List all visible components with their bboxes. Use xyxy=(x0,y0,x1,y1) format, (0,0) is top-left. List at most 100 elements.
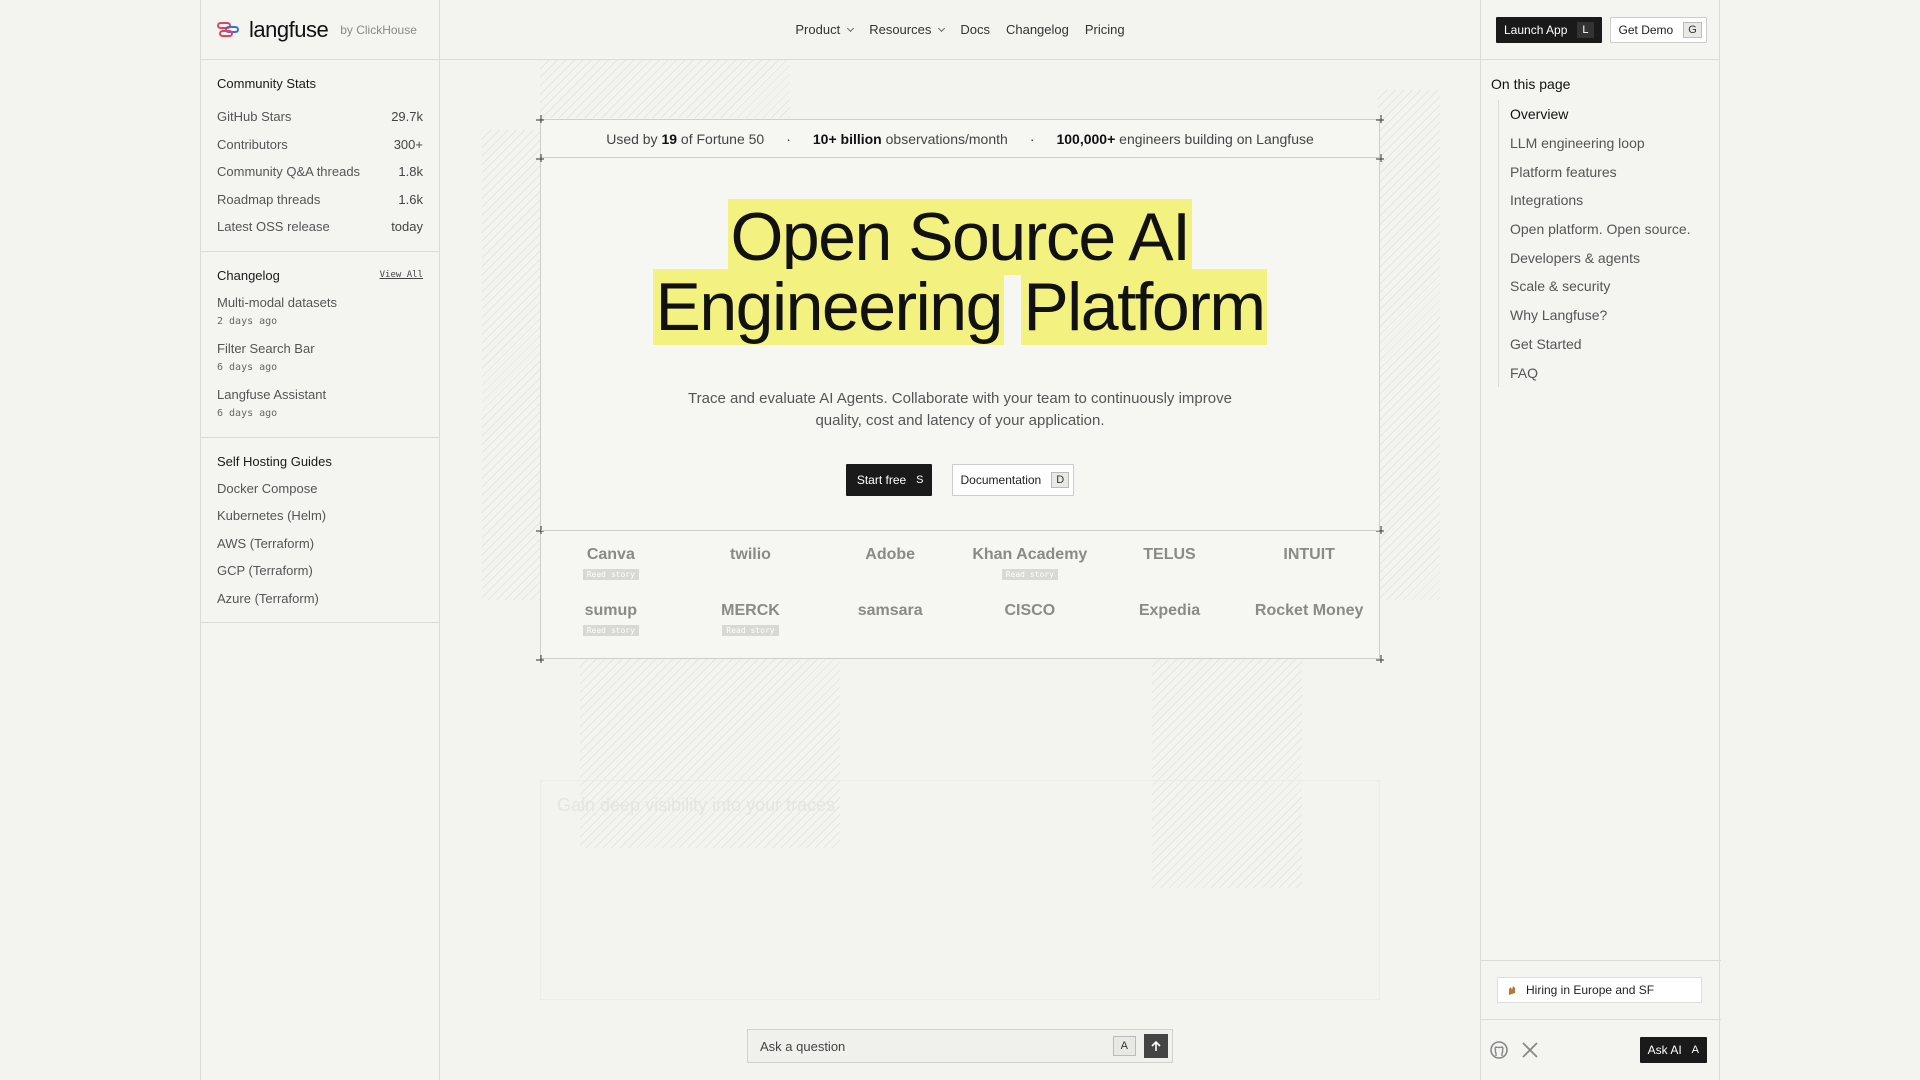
logo-name: sumup xyxy=(584,602,638,619)
corner-mark xyxy=(1376,115,1384,123)
corner-mark xyxy=(536,115,544,123)
start-free-button[interactable]: Start free S xyxy=(845,464,932,496)
brand[interactable]: langfuse by ClickHouse xyxy=(201,0,439,60)
corner-mark xyxy=(1376,154,1384,162)
view-all-link[interactable]: View All xyxy=(380,270,423,280)
hero-box: Used by 19 of Fortune 50 · 10+ billion o… xyxy=(536,115,1384,663)
faded-section: Gain deep visibility into your traces xyxy=(540,780,1380,1000)
toc-title: On this page xyxy=(1491,76,1571,92)
changelog-title: Filter Search Bar xyxy=(217,340,315,356)
customer-logo: samsara xyxy=(820,599,960,655)
guide-link[interactable]: Docker Compose xyxy=(217,475,423,503)
brand-name: langfuse xyxy=(249,16,329,42)
toc-item[interactable]: Platform features xyxy=(1510,157,1719,186)
self-hosting-title: Self Hosting Guides xyxy=(217,453,332,469)
toc-list: Overview LLM engineering loop Platform fea… xyxy=(1498,100,1719,387)
guide-link[interactable]: Kubernetes (Helm) xyxy=(217,502,423,530)
chevron-down-icon xyxy=(938,24,946,32)
toc-item[interactable]: Developers & agents xyxy=(1510,243,1719,272)
separator-dot: · xyxy=(786,130,791,147)
toc-item[interactable]: Scale & security xyxy=(1510,272,1719,301)
ask-ai-button[interactable]: Ask AI A xyxy=(1639,1037,1707,1063)
top-nav: Product Resources Docs Changelog Pricing xyxy=(440,0,1480,60)
changelog-date: 2 days ago xyxy=(217,315,278,327)
stat-value: 300+ xyxy=(393,136,423,152)
ask-question-input[interactable]: Ask a question xyxy=(760,1039,1105,1054)
langfuse-logo-icon xyxy=(217,21,243,39)
github-icon[interactable] xyxy=(1489,1040,1509,1060)
guide-link[interactable]: GCP (Terraform) xyxy=(217,557,423,585)
nav-item-docs[interactable]: Docs xyxy=(960,22,990,37)
toc-item[interactable]: Open platform. Open source. xyxy=(1510,215,1719,244)
stat-row[interactable]: GitHub Stars 29.7k xyxy=(217,103,423,131)
header-ctas: Launch App L Get Demo G xyxy=(1481,0,1719,60)
stat-row[interactable]: Community Q&A threads 1.8k xyxy=(217,158,423,186)
logo-name: twilio xyxy=(730,546,771,563)
logo-name: Canva xyxy=(586,546,635,563)
hero-subtitle: Trace and evaluate AI Agents. Collaborat… xyxy=(688,390,1232,429)
changelog-item[interactable]: Langfuse Assistant 6 days ago xyxy=(217,387,423,419)
customer-logo: TELUS xyxy=(1100,543,1240,599)
customer-logo: INTUIT xyxy=(1239,543,1379,599)
guide-link[interactable]: AWS (Terraform) xyxy=(217,530,423,558)
customer-logo[interactable]: MERCK Read story xyxy=(681,599,821,655)
read-story-link[interactable]: Read story xyxy=(722,625,779,636)
headline-line-1: Open Source AI xyxy=(728,199,1192,275)
brand-by[interactable]: by ClickHouse xyxy=(340,23,417,37)
changelog-date: 6 days ago xyxy=(217,407,278,419)
ask-question-bar[interactable]: Ask a question A xyxy=(747,1029,1173,1063)
toc-item[interactable]: Why Langfuse? xyxy=(1510,301,1719,330)
self-hosting-section: Self Hosting Guides Docker Compose Kubern… xyxy=(201,438,439,623)
stat-label: Contributors xyxy=(217,136,288,152)
read-story-link[interactable]: Read story xyxy=(582,569,639,580)
stat-row[interactable]: Roadmap threads 1.6k xyxy=(217,186,423,214)
documentation-button[interactable]: Documentation D xyxy=(951,464,1075,496)
changelog-title: Changelog View All xyxy=(217,267,423,283)
stat-label: GitHub Stars xyxy=(217,109,292,125)
stat-row[interactable]: Latest OSS release today xyxy=(217,213,423,241)
guide-link[interactable]: Azure (Terraform) xyxy=(217,585,423,613)
sidebar-footer: Ask AI A xyxy=(1481,1020,1721,1080)
toc-item[interactable]: Get Started xyxy=(1510,330,1719,359)
customer-logo: twilio xyxy=(681,543,821,599)
toc-item[interactable]: Overview xyxy=(1510,100,1719,129)
nav-item-changelog[interactable]: Changelog xyxy=(1006,22,1069,37)
stat-value: 1.8k xyxy=(398,164,423,180)
customer-logo[interactable]: Khan Academy Read story xyxy=(960,543,1100,599)
logo-name: Expedia xyxy=(1138,602,1201,619)
changelog-item[interactable]: Filter Search Bar 6 days ago xyxy=(217,341,423,373)
customer-logo[interactable]: Canva Read story xyxy=(541,543,681,599)
toc-item[interactable]: FAQ xyxy=(1510,358,1719,387)
toc-item[interactable]: LLM engineering loop xyxy=(1510,129,1719,158)
customer-logo: Expedia xyxy=(1100,599,1240,655)
stat-row[interactable]: Contributors 300+ xyxy=(217,131,423,159)
shortcut-key: D xyxy=(1051,472,1070,488)
x-twitter-icon[interactable] xyxy=(1521,1041,1539,1059)
stat-label: Latest OSS release xyxy=(217,219,330,235)
stat-observations: 10+ billion observations/month xyxy=(812,130,1008,147)
get-demo-button[interactable]: Get Demo G xyxy=(1609,16,1707,43)
nav-item-product[interactable]: Product xyxy=(795,22,855,37)
headline-word-platform: Platform xyxy=(1021,269,1267,345)
read-story-link[interactable]: Read story xyxy=(582,625,639,636)
main-content: Used by 19 of Fortune 50 · 10+ billion o… xyxy=(440,60,1480,1080)
changelog-title: Langfuse Assistant xyxy=(217,386,327,402)
hiring-banner[interactable]: Hiring in Europe and SF xyxy=(1497,977,1702,1003)
customer-logo: Rocket Money xyxy=(1239,599,1379,655)
launch-app-button[interactable]: Launch App L xyxy=(1496,16,1602,43)
send-arrow-icon[interactable] xyxy=(1144,1034,1168,1058)
stat-value: today xyxy=(391,219,423,235)
left-sidebar: langfuse by ClickHouse Community Stats G… xyxy=(200,0,440,1080)
read-story-link[interactable]: Read story xyxy=(1001,569,1058,580)
nav-item-pricing[interactable]: Pricing xyxy=(1085,22,1125,37)
logo-name: samsara xyxy=(857,602,923,619)
customer-logo[interactable]: sumup Read story xyxy=(541,599,681,655)
toc-item[interactable]: Integrations xyxy=(1510,186,1719,215)
stat-value: 29.7k xyxy=(391,109,423,125)
nav-item-resources[interactable]: Resources xyxy=(869,22,946,37)
hatch-bg-far-left xyxy=(482,130,542,600)
nav-item-label: Product xyxy=(795,22,841,37)
changelog-item[interactable]: Multi-modal datasets 2 days ago xyxy=(217,295,423,327)
nav-item-label: Docs xyxy=(960,22,990,37)
hand-wave-icon xyxy=(1509,986,1515,995)
